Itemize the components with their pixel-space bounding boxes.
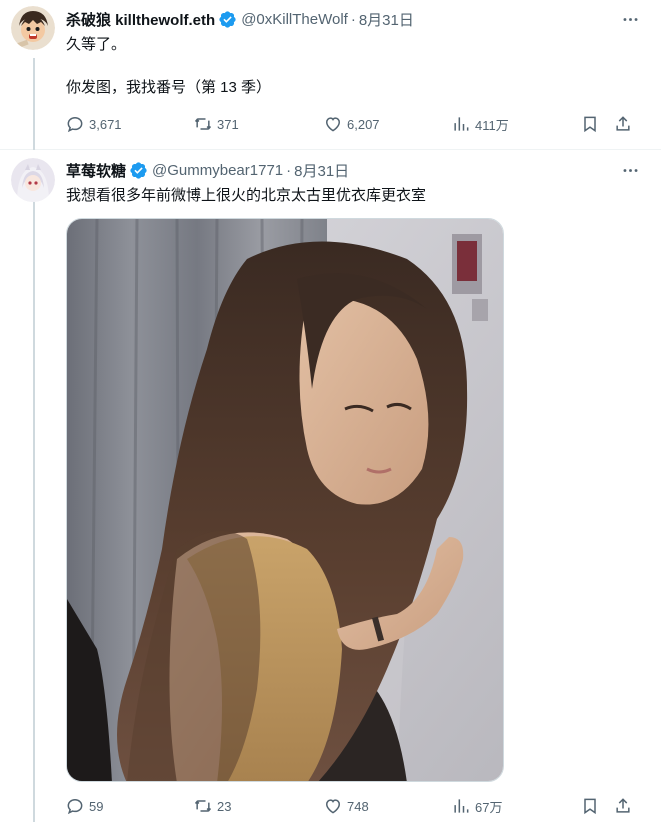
timestamp[interactable]: 8月31日: [294, 160, 349, 181]
share-icon: [616, 798, 630, 813]
reply-count: 59: [89, 798, 104, 814]
bookmark-icon: [584, 798, 596, 815]
share-button[interactable]: [613, 109, 633, 139]
timestamp[interactable]: 8月31日: [359, 9, 414, 30]
avatar[interactable]: [11, 6, 55, 50]
action-bar: 59 23 748 67万: [61, 791, 641, 821]
views-count: 411万: [475, 117, 509, 133]
tweet-photo[interactable]: [66, 218, 504, 782]
views-button[interactable]: 67万: [451, 791, 502, 821]
reply-button[interactable]: 59: [65, 791, 103, 821]
display-name[interactable]: 草莓软糖: [66, 160, 126, 181]
tweet-text-line: 我想看很多年前微博上很火的北京太古里优衣库更衣室: [66, 187, 427, 204]
retweet-icon: [194, 800, 212, 812]
tweet[interactable]: 草莓软糖 @Gummybear1771 · 8月31日 我想看很多年前微博上很火…: [0, 150, 661, 829]
bookmark-icon: [584, 116, 596, 133]
bookmark-button[interactable]: [580, 791, 600, 821]
separator-dot: ·: [286, 161, 292, 179]
avatar[interactable]: [11, 158, 55, 202]
retweet-button[interactable]: 23: [193, 791, 231, 821]
share-icon: [616, 116, 630, 131]
handle[interactable]: @Gummybear1771: [152, 162, 283, 179]
reply-count: 3,671: [89, 116, 122, 132]
action-bar: 3,671 371 6,207 411万: [61, 109, 641, 139]
retweet-button[interactable]: 371: [193, 109, 239, 139]
more-icon[interactable]: [615, 159, 645, 181]
like-count: 6,207: [347, 116, 380, 132]
share-button[interactable]: [613, 791, 633, 821]
bookmark-button[interactable]: [580, 109, 600, 139]
like-icon: [325, 799, 341, 814]
verified-badge-icon: [218, 10, 237, 29]
views-icon: [454, 117, 469, 131]
views-count: 67万: [475, 799, 503, 815]
more-icon[interactable]: [615, 8, 645, 30]
reply-button[interactable]: 3,671: [65, 109, 122, 139]
like-count: 748: [347, 798, 369, 814]
tweet-text-line: 久等了。: [66, 36, 127, 53]
thread-line: [33, 58, 35, 150]
thread-line: [33, 202, 35, 822]
views-icon: [454, 799, 469, 813]
retweet-icon: [194, 118, 212, 130]
like-icon: [325, 117, 341, 132]
views-button[interactable]: 411万: [451, 109, 509, 139]
tweet-header: 草莓软糖 @Gummybear1771 · 8月31日: [66, 159, 611, 181]
reply-icon: [67, 116, 83, 133]
retweet-count: 371: [217, 116, 239, 132]
verified-badge-icon: [129, 161, 148, 180]
reply-icon: [67, 798, 83, 815]
separator-dot: ·: [350, 10, 356, 28]
retweet-count: 23: [217, 798, 232, 814]
tweet[interactable]: 杀破狼 killthewolf.eth @0xKillTheWolf · 8月3…: [0, 0, 661, 150]
like-button[interactable]: 748: [323, 791, 369, 821]
tweet-header: 杀破狼 killthewolf.eth @0xKillTheWolf · 8月3…: [66, 8, 611, 30]
handle[interactable]: @0xKillTheWolf: [241, 11, 348, 28]
display-name[interactable]: 杀破狼 killthewolf.eth: [66, 9, 215, 30]
like-button[interactable]: 6,207: [323, 109, 380, 139]
tweet-text-line: 你发图，我找番号（第 13 季）: [66, 79, 272, 96]
